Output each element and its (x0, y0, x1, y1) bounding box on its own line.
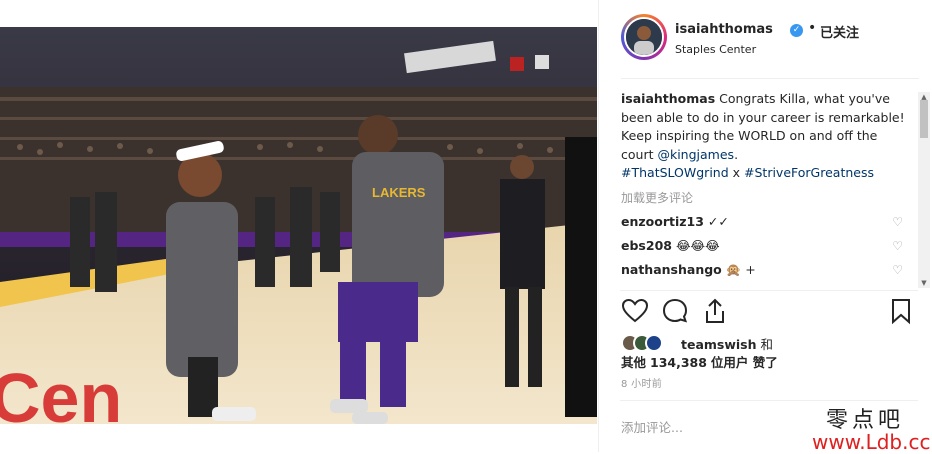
post-timestamp[interactable]: 8 小时前 (621, 375, 662, 390)
comment-username[interactable]: nathanshango (621, 262, 722, 277)
likes-summary: teamswish 和 其他 134,388 位用户 赞了 (621, 332, 911, 372)
caption: isaiahthomas Congrats Killa, what you've… (621, 90, 911, 183)
avatar-story-ring[interactable] (621, 14, 667, 60)
likes-and: 和 (760, 337, 774, 352)
comments-scrollbar[interactable]: ▲ ▼ (918, 92, 930, 288)
arena-photo-illustration: Cen LAKERS (0, 27, 597, 424)
comment-row: enzoortiz13 ✓✓ ♡ (621, 210, 911, 234)
caption-period: . (734, 146, 739, 162)
likes-suffix: 位用户 赞了 (710, 355, 778, 370)
likes-other-prefix: 其他 (621, 355, 647, 370)
comment-like-heart-icon[interactable]: ♡ (892, 258, 903, 282)
avatar-image (626, 19, 662, 55)
comment-username[interactable]: enzoortiz13 (621, 214, 704, 229)
comment-text: 😂😂😂 (675, 237, 720, 253)
comment-username[interactable]: ebs208 (621, 238, 672, 253)
caption-username[interactable]: isaiahthomas (621, 91, 715, 106)
add-comment-divider (620, 400, 918, 401)
court-logo-text: Cen (0, 359, 122, 424)
post-photo[interactable]: Cen LAKERS (0, 27, 597, 424)
like-heart-icon[interactable] (621, 297, 649, 325)
scrollbar-thumb[interactable] (920, 100, 928, 138)
likes-line-1: teamswish 和 (681, 334, 773, 353)
add-comment-input[interactable]: 添加评论... (621, 417, 683, 436)
username[interactable]: isaiahthomas (675, 22, 773, 37)
comment-row: ebs208 😂😂😂 ♡ (621, 234, 911, 258)
avatar[interactable] (624, 17, 664, 57)
mention-link[interactable]: @kingjames (657, 147, 734, 162)
share-upload-icon[interactable] (701, 297, 729, 325)
comment-row: nathanshango 🙊 + ♡ (621, 258, 911, 282)
comments-list[interactable]: isaiahthomas Congrats Killa, what you've… (621, 90, 911, 286)
likes-count: 134,388 (650, 355, 707, 370)
hashtag-link-1[interactable]: #ThatSLOWgrind (621, 165, 729, 180)
hashtag-separator: x (728, 165, 745, 180)
jersey-text: LAKERS (372, 185, 426, 200)
post-actions (621, 297, 915, 327)
post-header: isaiahthomas ✓ • 已关注 Staples Center (621, 14, 932, 70)
verified-badge-icon: ✓ (790, 24, 803, 37)
comment-like-heart-icon[interactable]: ♡ (892, 210, 903, 234)
nba-logo-avatar[interactable] (645, 334, 663, 352)
likes-username[interactable]: teamswish (681, 337, 757, 352)
watermark-url: www.Ldb.cc (812, 430, 931, 454)
comment-text: ✓✓ (707, 213, 729, 229)
follow-status-button[interactable]: 已关注 (820, 22, 859, 41)
actions-divider (620, 290, 918, 291)
scroll-down-arrow-icon[interactable]: ▼ (918, 278, 930, 288)
save-bookmark-icon[interactable] (887, 297, 915, 325)
load-more-comments[interactable]: 加载更多评论 (621, 189, 911, 206)
comment-like-heart-icon[interactable]: ♡ (892, 234, 903, 258)
hashtag-link-2[interactable]: #StriveForGreatness (744, 165, 874, 180)
header-divider (621, 78, 919, 79)
comment-bubble-icon[interactable] (661, 297, 689, 325)
separator-dot: • (808, 20, 817, 36)
likes-line-2[interactable]: 其他 134,388 位用户 赞了 (621, 352, 778, 371)
location-link[interactable]: Staples Center (675, 43, 756, 56)
comment-text: 🙊 + (725, 261, 756, 277)
